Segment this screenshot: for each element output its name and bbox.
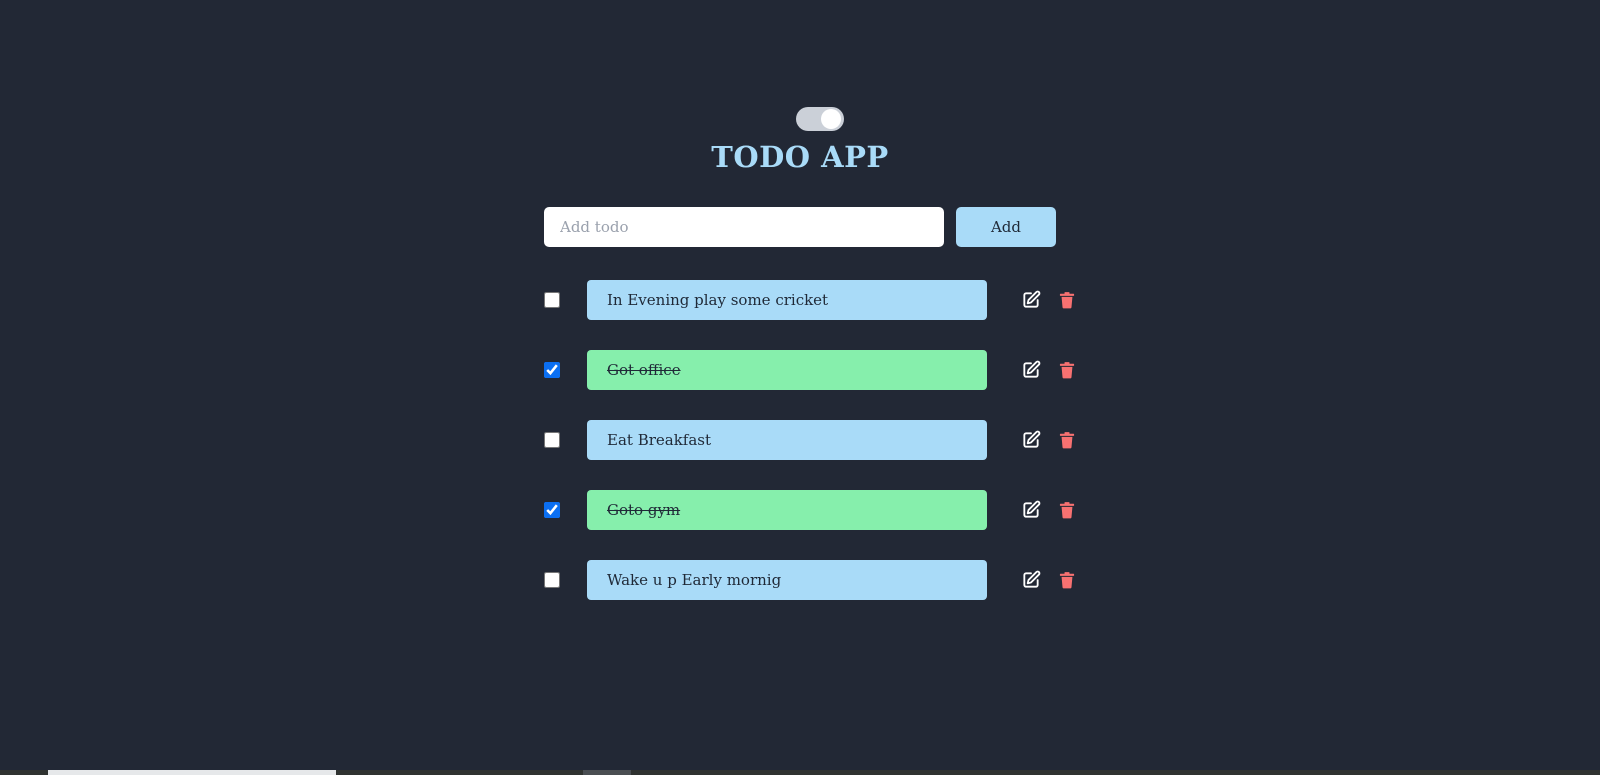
trash-icon[interactable] — [1057, 570, 1077, 590]
edit-icon[interactable] — [1021, 430, 1041, 450]
edit-icon[interactable] — [1021, 360, 1041, 380]
edit-icon[interactable] — [1021, 500, 1041, 520]
add-todo-input[interactable] — [544, 207, 944, 247]
trash-icon[interactable] — [1057, 430, 1077, 450]
todo-text: Eat Breakfast — [587, 420, 987, 460]
os-taskbar — [0, 770, 1600, 775]
todo-checkbox[interactable] — [544, 362, 560, 378]
todo-text: In Evening play some cricket — [587, 280, 987, 320]
todo-text: Got office — [587, 350, 987, 390]
trash-icon[interactable] — [1057, 500, 1077, 520]
todo-text: Wake u p Early mornig — [587, 560, 987, 600]
theme-toggle[interactable] — [796, 107, 844, 131]
todo-checkbox[interactable] — [544, 572, 560, 588]
todo-app: TODO APP Add In Evening play some cricke… — [0, 0, 1600, 775]
todo-item: Eat Breakfast — [544, 420, 1084, 460]
add-button[interactable]: Add — [956, 207, 1056, 247]
todo-item: Wake u p Early mornig — [544, 560, 1084, 600]
todo-checkbox[interactable] — [544, 432, 560, 448]
edit-icon[interactable] — [1021, 570, 1041, 590]
todo-checkbox[interactable] — [544, 292, 560, 308]
trash-icon[interactable] — [1057, 290, 1077, 310]
taskbar-item[interactable] — [583, 770, 631, 775]
taskbar-item[interactable] — [48, 770, 336, 775]
trash-icon[interactable] — [1057, 360, 1077, 380]
todo-checkbox[interactable] — [544, 502, 560, 518]
todo-item: Goto gym — [544, 490, 1084, 530]
todo-item: Got office — [544, 350, 1084, 390]
todo-item: In Evening play some cricket — [544, 280, 1084, 320]
toggle-knob — [821, 109, 841, 129]
edit-icon[interactable] — [1021, 290, 1041, 310]
todo-text: Goto gym — [587, 490, 987, 530]
page-title: TODO APP — [711, 140, 889, 174]
